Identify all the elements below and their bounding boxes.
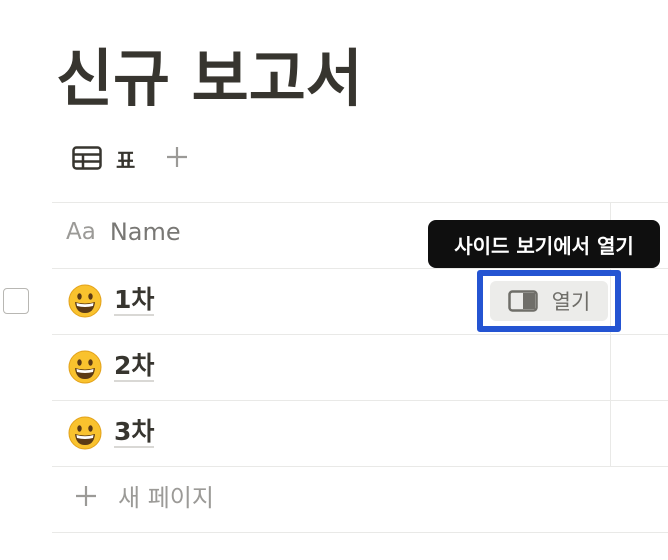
row-divider <box>52 466 668 467</box>
tab-table-view[interactable]: 표 <box>72 145 135 175</box>
tab-table-label: 표 <box>116 149 136 173</box>
text-type-icon: Aa <box>66 219 96 245</box>
row-select-checkbox[interactable] <box>3 288 29 314</box>
grinning-face-icon <box>68 416 102 450</box>
new-page-label: 새 페이지 <box>118 484 214 512</box>
grinning-face-icon <box>68 284 102 318</box>
table-icon <box>72 146 102 174</box>
row-name[interactable]: 3차 <box>114 417 155 449</box>
view-bar: 표 <box>72 142 189 178</box>
row-name[interactable]: 2차 <box>114 351 155 383</box>
page-title[interactable]: 신규 보고서 <box>56 28 363 118</box>
add-view-button[interactable] <box>165 145 189 175</box>
tooltip-text: 사이드 보기에서 열기 <box>454 233 634 258</box>
column-header-label: Name <box>109 218 181 246</box>
table-row[interactable]: 3차 <box>68 401 155 465</box>
open-button-label: 열기 <box>551 290 591 314</box>
plus-icon <box>167 147 188 167</box>
tooltip: 사이드 보기에서 열기 <box>428 220 660 268</box>
plus-icon <box>76 485 96 506</box>
table-bottom-border <box>52 532 668 533</box>
open-side-peek-button[interactable]: 열기 <box>490 281 608 321</box>
table-row[interactable]: 2차 <box>68 335 155 399</box>
column-header-name[interactable]: Aa Name <box>66 218 181 246</box>
new-page-button[interactable]: 새 페이지 <box>74 478 214 513</box>
row-name[interactable]: 1차 <box>114 285 155 317</box>
table-top-border <box>52 202 668 203</box>
side-peek-icon <box>507 290 538 312</box>
grinning-face-icon <box>68 350 102 384</box>
table-row[interactable]: 1차 <box>68 269 155 333</box>
